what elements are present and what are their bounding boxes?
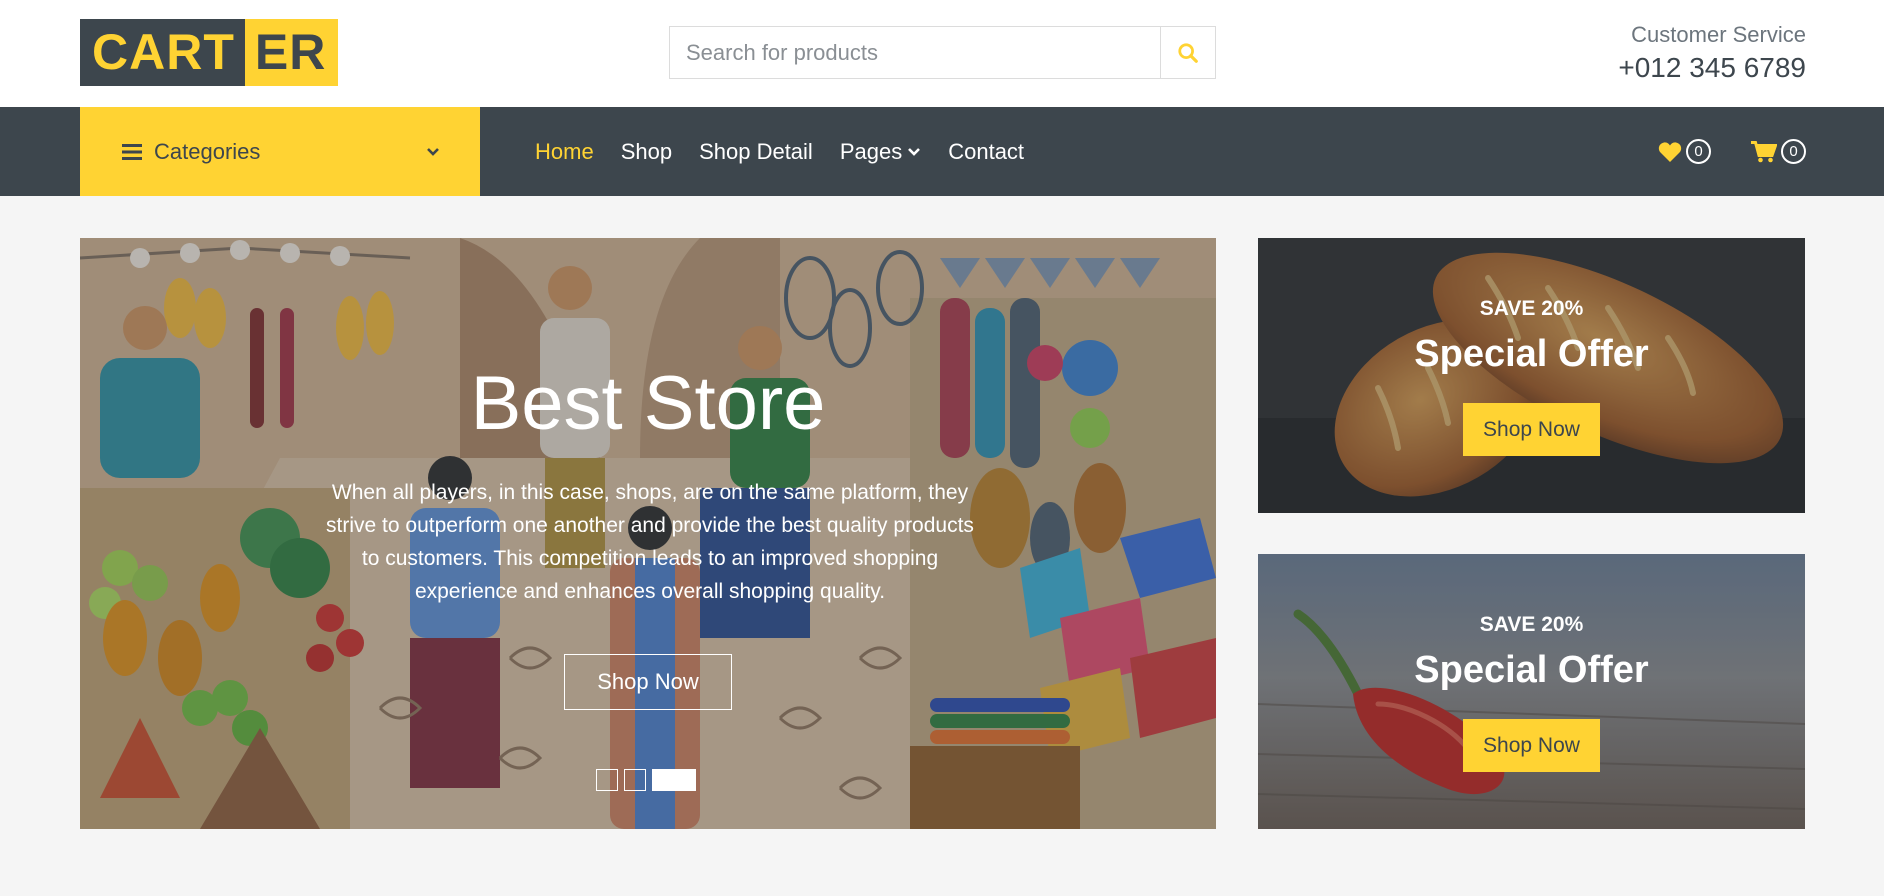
carousel-indicator-3[interactable] [652,769,696,791]
customer-service-label: Customer Service [1631,22,1806,47]
nav-home[interactable]: Home [535,139,594,165]
logo-part-2: ER [244,19,339,86]
nav-shop[interactable]: Shop [621,139,672,165]
customer-service: Customer Service +012 345 6789 [1618,22,1806,84]
carousel-indicator-2[interactable] [624,769,646,791]
nav-shop-detail-label: Shop Detail [699,138,813,164]
wishlist-count-badge: 0 [1686,139,1711,164]
cart-button[interactable]: 0 [1751,139,1806,164]
offer-card-2: SAVE 20% Special Offer Shop Now [1258,554,1805,829]
search-button[interactable] [1160,27,1215,78]
offer-card-1: SAVE 20% Special Offer Shop Now [1258,238,1805,513]
search-bar [669,26,1216,79]
chevron-down-icon [427,147,439,156]
hero-title: Best Store [470,361,826,446]
main-navbar: Categories Home Shop Shop Detail Pages C… [0,107,1884,196]
main-menu: Home Shop Shop Detail Pages Contact [535,107,1051,196]
nav-contact[interactable]: Contact [948,139,1024,165]
cart-count-badge: 0 [1781,139,1806,164]
logo-part-1: CART [80,19,245,86]
search-icon [1178,42,1198,63]
heart-icon [1658,141,1682,162]
top-bar: CART ER Customer Service +012 345 6789 [0,0,1884,107]
nav-home-label: Home [535,138,594,164]
carousel-indicators [596,769,702,791]
offer-2-save: SAVE 20% [1479,613,1584,636]
hero-shop-now-button[interactable]: Shop Now [564,654,732,710]
search-input[interactable] [670,27,1160,78]
nav-contact-label: Contact [948,138,1025,164]
offer-1-title: Special Offer [1414,333,1649,375]
chevron-down-icon [908,147,921,156]
offer-2-title: Special Offer [1414,649,1649,691]
wishlist-button[interactable]: 0 [1658,139,1711,164]
carousel-indicator-1[interactable] [596,769,618,791]
categories-label: Categories [154,138,261,164]
hero-text: When all players, in this case, shops, a… [326,481,974,603]
hero-carousel: Best Store When all players, in this cas… [80,238,1216,829]
nav-shop-label: Shop [620,138,673,164]
categories-toggle[interactable]: Categories [80,107,480,196]
hero-content: Best Store When all players, in this cas… [80,238,1216,829]
brand-logo[interactable]: CART ER [80,19,339,86]
nav-pages-label: Pages [839,138,903,164]
nav-icons: 0 0 [1618,107,1806,196]
offer-1-save: SAVE 20% [1479,297,1584,320]
offer-2-shop-now-button[interactable]: Shop Now [1463,719,1600,772]
nav-shop-detail[interactable]: Shop Detail [699,139,813,165]
nav-pages-dropdown[interactable]: Pages [840,139,921,165]
offer-1-shop-now-button[interactable]: Shop Now [1463,403,1600,456]
shopping-cart-icon [1751,140,1777,162]
customer-service-phone: +012 345 6789 [1618,52,1806,83]
bars-icon [122,143,142,160]
